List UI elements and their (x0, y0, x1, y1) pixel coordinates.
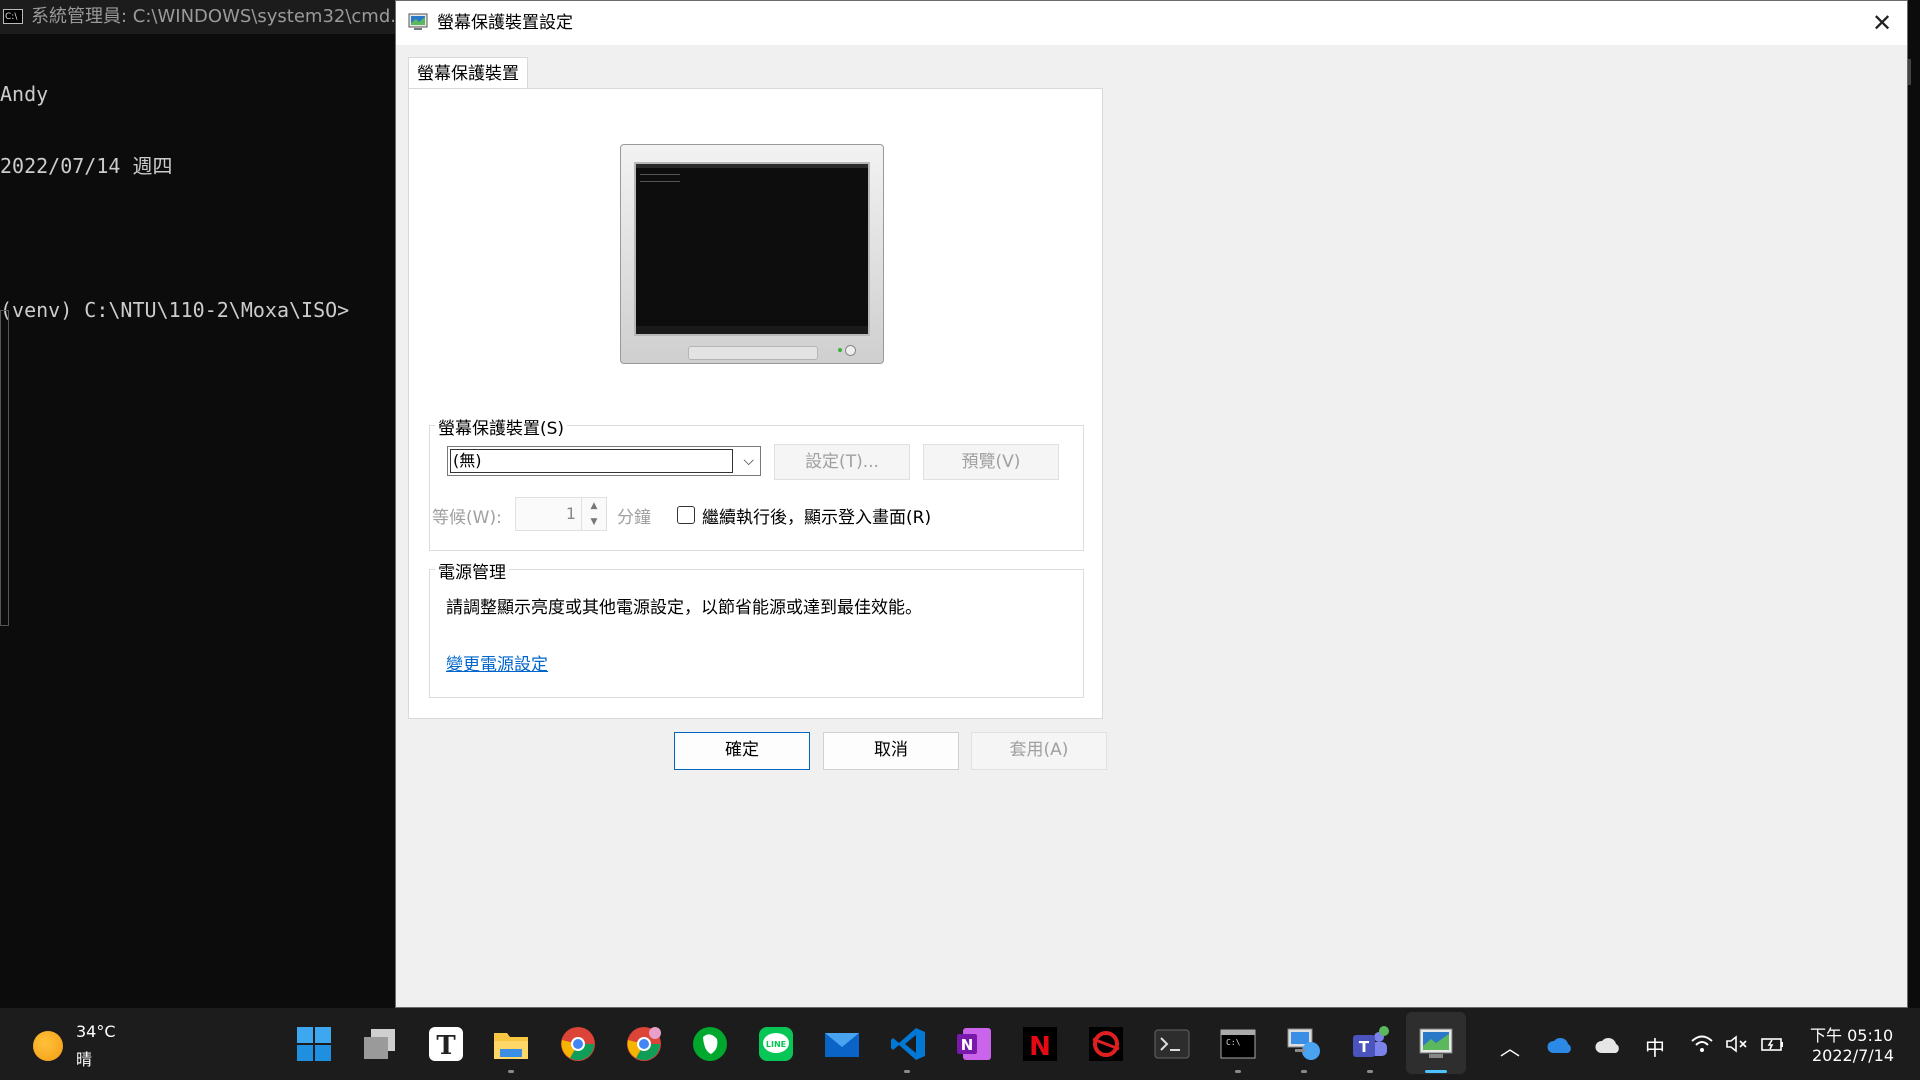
speaker-muted-icon[interactable] (1725, 1034, 1749, 1054)
wifi-icon[interactable] (1690, 1033, 1714, 1055)
dialog-titlebar[interactable]: 螢幕保護裝置設定 ✕ (396, 1, 1907, 45)
teams-icon[interactable]: T (1351, 1025, 1389, 1063)
vscode-icon[interactable] (889, 1025, 927, 1063)
wait-label: 等候(W): (432, 508, 502, 528)
chevron-up-icon[interactable]: ︿ (1500, 1032, 1520, 1061)
spin-down-icon[interactable]: ▼ (582, 514, 606, 530)
onedrive-icon[interactable] (1547, 1036, 1573, 1054)
screensaver-settings-icon (408, 13, 428, 30)
start-icon[interactable] (295, 1025, 333, 1063)
running-indicator (1235, 1070, 1241, 1073)
close-button[interactable]: ✕ (1857, 1, 1907, 45)
clock-date[interactable]: 2022/7/14 (1812, 1046, 1894, 1065)
knob-icon (845, 345, 856, 356)
power-description: 請調整顯示亮度或其他電源設定，以節省能源或達到最佳效能。 (446, 598, 922, 618)
cancel-button[interactable]: 取消 (823, 732, 959, 770)
onenote-icon[interactable]: N (955, 1025, 993, 1063)
garena-icon[interactable] (1087, 1025, 1125, 1063)
power-group (429, 569, 1084, 698)
netflix-icon[interactable]: N (1021, 1025, 1059, 1063)
wait-value: 1 (565, 504, 576, 523)
ok-button[interactable]: 確定 (674, 732, 810, 770)
power-group-label: 電源管理 (435, 558, 509, 583)
ime-indicator[interactable]: 中 (1645, 1032, 1665, 1061)
remote-desktop-icon[interactable] (1285, 1025, 1323, 1063)
battery-charging-icon[interactable] (1760, 1034, 1786, 1054)
evernote-icon[interactable] (691, 1025, 729, 1063)
chrome-profile-icon[interactable] (625, 1025, 663, 1063)
cmd-line (0, 226, 349, 250)
clock-time[interactable]: 下午 05:10 (1810, 1022, 1893, 1046)
cmd-titlebar[interactable]: 系統管理員: C:\WINDOWS\system32\cmd.exe (0, 0, 396, 34)
spinner-buttons: ▲ ▼ (581, 498, 606, 530)
terminal-icon[interactable] (1153, 1025, 1191, 1063)
weather-description[interactable]: 晴 (76, 1046, 92, 1070)
mail-icon[interactable] (823, 1025, 861, 1063)
svg-text:N: N (1029, 1032, 1051, 1062)
monitor-screen (634, 162, 870, 336)
file-explorer-icon[interactable] (492, 1025, 530, 1063)
task-view-icon[interactable] (361, 1025, 399, 1063)
running-indicator (508, 1070, 514, 1073)
wait-unit-label: 分鐘 (617, 508, 651, 528)
wait-spinner[interactable]: 1 ▲ ▼ (515, 497, 607, 531)
cmd-prompt: (venv) C:\NTU\110-2\Moxa\ISO> (0, 298, 350, 322)
weather-temperature[interactable]: 34°C (76, 1022, 116, 1041)
svg-text:T: T (1359, 1038, 1370, 1056)
svg-text:T: T (436, 1031, 456, 1061)
sun-icon[interactable] (33, 1031, 63, 1061)
running-indicator (904, 1070, 910, 1073)
resume-checkbox[interactable] (677, 506, 695, 524)
mini-text (640, 174, 680, 182)
running-indicator (1301, 1070, 1307, 1073)
change-power-settings-link[interactable]: 變更電源設定 (446, 650, 548, 675)
screensaver-select-value: (無) (450, 449, 733, 473)
cmd-line: Andy (0, 82, 49, 106)
cmd-icon (3, 0, 23, 34)
preview-button[interactable]: 預覽(V) (923, 444, 1059, 480)
screensaver-select[interactable]: (無) ⌵ (447, 446, 761, 476)
power-led-icon (838, 348, 842, 352)
active-indicator (1425, 1070, 1447, 1073)
resume-checkbox-label[interactable]: 繼續執行後，顯示登入畫面(R) (702, 503, 931, 528)
cloud-icon[interactable] (1595, 1036, 1621, 1054)
close-icon: ✕ (1871, 9, 1893, 37)
cmd-window: 系統管理員: C:\WINDOWS\system32\cmd.exe Andy … (0, 0, 396, 1008)
chrome-icon[interactable] (559, 1025, 597, 1063)
svg-text:N: N (961, 1036, 974, 1054)
tab-screensaver[interactable]: 螢幕保護裝置 (408, 57, 528, 90)
typora-icon[interactable]: T (427, 1025, 465, 1063)
chevron-down-icon: ⌵ (743, 453, 754, 469)
line-icon[interactable]: LINE (757, 1025, 795, 1063)
cmd-output[interactable]: Andy 2022/07/14 週四 (venv) C:\NTU\110-2\M… (0, 34, 349, 370)
screensaver-group-label: 螢幕保護裝置(S) (435, 414, 568, 439)
spin-up-icon[interactable]: ▲ (582, 498, 606, 514)
svg-text:C:\: C:\ (1226, 1038, 1241, 1047)
apply-button[interactable]: 套用(A) (971, 732, 1107, 770)
cmd-icon[interactable]: C:\ (1219, 1025, 1257, 1063)
monitor-base (688, 346, 818, 360)
running-indicator (1367, 1070, 1373, 1073)
cmd-title: 系統管理員: C:\WINDOWS\system32\cmd.exe (31, 6, 396, 27)
monitor-preview (620, 144, 884, 364)
mini-titlebar (636, 164, 868, 168)
svg-text:LINE: LINE (766, 1040, 786, 1049)
cmd-scrollbar[interactable] (0, 310, 9, 626)
cmd-line: 2022/07/14 週四 (0, 154, 173, 178)
mini-taskbar (636, 326, 868, 334)
screensaver-settings-icon[interactable] (1417, 1025, 1455, 1063)
settings-button[interactable]: 設定(T)... (774, 444, 910, 480)
dialog-title: 螢幕保護裝置設定 (437, 13, 573, 33)
scrollbar-fragment (1908, 59, 1911, 85)
